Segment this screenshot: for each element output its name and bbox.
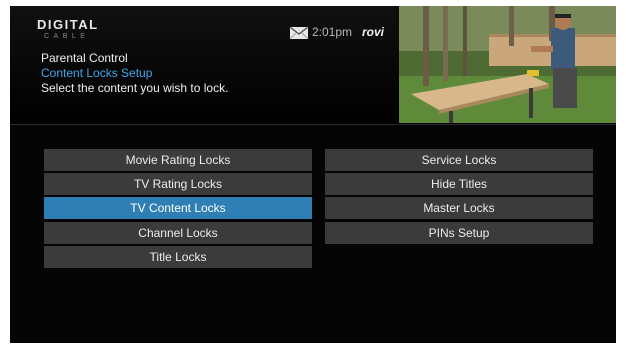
title-locks-button[interactable]: Title Locks bbox=[44, 246, 312, 268]
rovi-logo: rovi bbox=[362, 25, 385, 39]
menu-instruction: Select the content you wish to lock. bbox=[41, 81, 229, 95]
video-preview bbox=[399, 6, 616, 123]
video-preview-image bbox=[399, 6, 616, 123]
digital-cable-logo: DIGITAL CABLE bbox=[37, 18, 137, 46]
movie-rating-locks-button[interactable]: Movie Rating Locks bbox=[44, 149, 312, 171]
service-locks-button[interactable]: Service Locks bbox=[325, 149, 593, 171]
tv-screen: DIGITAL CABLE 2:01pm rovi Parental Contr… bbox=[10, 6, 616, 343]
tv-content-locks-button[interactable]: TV Content Locks bbox=[44, 197, 312, 219]
hide-titles-button[interactable]: Hide Titles bbox=[325, 173, 593, 195]
envelope-icon bbox=[290, 27, 308, 39]
menu-title: Parental Control bbox=[41, 51, 128, 65]
logo-main-text: DIGITAL bbox=[37, 17, 99, 32]
logo-sub-text: CABLE bbox=[44, 33, 90, 40]
tv-rating-locks-button[interactable]: TV Rating Locks bbox=[44, 173, 312, 195]
channel-locks-button[interactable]: Channel Locks bbox=[44, 222, 312, 244]
menu-subtitle: Content Locks Setup bbox=[41, 66, 153, 80]
header-divider bbox=[10, 124, 616, 125]
pins-setup-button[interactable]: PINs Setup bbox=[325, 222, 593, 244]
master-locks-button[interactable]: Master Locks bbox=[325, 197, 593, 219]
clock-time: 2:01pm bbox=[312, 25, 353, 39]
